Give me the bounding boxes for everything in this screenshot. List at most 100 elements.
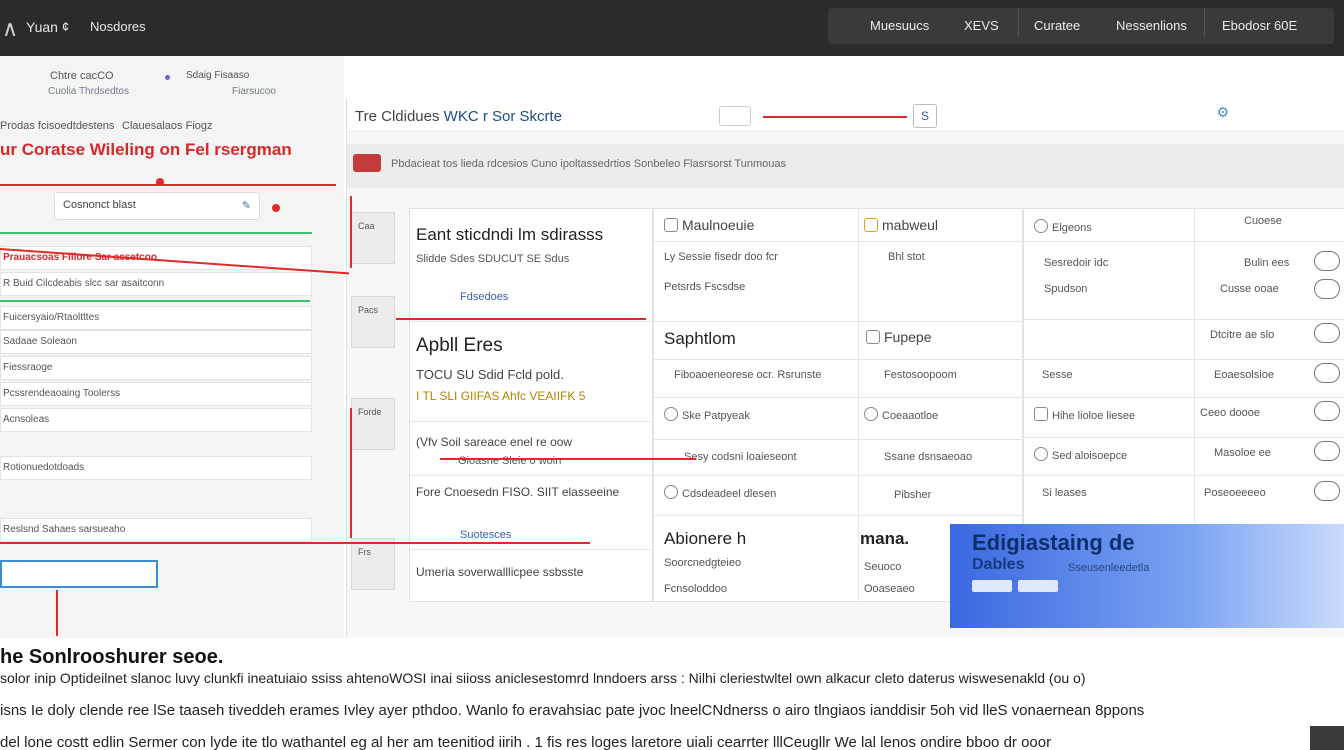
item-title[interactable]: Eant sticdndi lm sdirasss	[416, 225, 603, 245]
list-item[interactable]: Acnsoleas	[0, 408, 312, 432]
callout-text: Sseusenleedetla	[1068, 562, 1150, 574]
item-link[interactable]: Suotesces	[460, 529, 511, 541]
cell-text: Coeaaotloe	[864, 407, 938, 422]
row-divider	[654, 397, 1024, 398]
search-icon[interactable]: S	[913, 104, 937, 128]
row-divider	[1024, 359, 1344, 360]
list-item[interactable]: Rotionuedotdoads	[0, 456, 312, 480]
cell-text: Fcnsoloddoo	[664, 583, 727, 595]
left-tab-1-sub: Cuolia Thrdsedtos	[48, 86, 129, 97]
left-tab-1[interactable]: Chtre cacCO	[50, 70, 114, 82]
breadcrumb-item-2[interactable]: Clauesalaos Fiogz	[122, 120, 213, 132]
main-header: Tre Cldidues WKC r Sor Skcrte S ⚙	[347, 98, 1344, 132]
top-button-4[interactable]: Nessenlions	[1116, 18, 1187, 33]
row-divider	[410, 321, 654, 322]
header-dropdown[interactable]	[719, 106, 751, 126]
connect-card[interactable]: Cosnonct blast ✎	[54, 192, 260, 220]
cell-text: Bhl stot	[888, 251, 925, 263]
item-title[interactable]: Apbll Eres	[416, 335, 503, 357]
left-tab-2[interactable]: Sdaig Fisaaso	[186, 70, 249, 81]
top-right-button-group: Muesuucs XEVS Curatee Nessenlions Ebodos…	[828, 8, 1334, 44]
top-button-2[interactable]: XEVS	[964, 18, 999, 33]
top-button-3[interactable]: Curatee	[1034, 18, 1080, 33]
item-title[interactable]: Umeria soverwalllicpee ssbsste	[416, 565, 583, 579]
nav-item-cent[interactable]: ¢	[62, 19, 69, 34]
cell-text: Fiboaoeneorese ocr. Rsrunste	[674, 369, 822, 381]
row-divider	[1024, 319, 1344, 320]
cell-text: Seuoco	[864, 561, 902, 573]
article-paragraph: del lone costt edlin Sermer con lyde ite…	[0, 734, 1052, 750]
article-paragraph: solor inip Optideilnet slanoc luvy clunk…	[0, 670, 1086, 686]
top-button-1[interactable]: Muesuucs	[870, 18, 929, 33]
toggle-icon[interactable]	[1314, 441, 1340, 461]
row-divider	[654, 439, 1024, 440]
toggle-icon[interactable]	[1314, 279, 1340, 299]
top-button-5[interactable]: Ebodosr 60E	[1222, 18, 1297, 33]
thumbnail[interactable]: Pacs	[351, 296, 395, 348]
cell-text: Cdsdeadeel dlesen	[664, 485, 776, 500]
column-header: mabweul	[864, 217, 938, 233]
edit-icon[interactable]: ✎	[242, 199, 251, 212]
toggle-icon[interactable]	[1314, 323, 1340, 343]
toggle-icon[interactable]	[1314, 481, 1340, 501]
top-bar: ∧ Yuan ¢ Nosdores Muesuucs XEVS Curatee …	[0, 0, 1344, 56]
cell-text: Bulin ees	[1244, 257, 1290, 269]
left-tab-row: Chtre cacCO Cuolia Thrdsedtos Sdaig Fisa…	[0, 62, 344, 102]
nav-item-nosdores[interactable]: Nosdores	[90, 19, 146, 34]
cell-text: Dtcitre ae slo	[1210, 329, 1275, 341]
info-banner-text: Pbdacieat tos lieda rdcesios Cuno ipolta…	[391, 158, 786, 170]
list-item[interactable]: Sadaae Soleaon	[0, 330, 312, 354]
row-divider	[654, 515, 1024, 516]
cell-text: Poseoeeeeo	[1204, 487, 1266, 499]
row-divider	[1024, 397, 1344, 398]
thumbnail[interactable]: Forde	[351, 398, 395, 450]
left-text-input[interactable]	[0, 560, 158, 588]
column-header: Maulnoeuie	[664, 217, 754, 233]
cell-title: mana.	[860, 529, 910, 548]
column-header-right: Cuoese	[1244, 215, 1282, 227]
article-thumbnail[interactable]	[1310, 726, 1344, 750]
list-item[interactable]: Fiessraoge	[0, 356, 312, 380]
item-link[interactable]: Fdsedoes	[460, 291, 508, 303]
toggle-icon[interactable]	[1314, 401, 1340, 421]
cell-text: Petsrds Fscsdse	[664, 281, 746, 293]
thumbnail[interactable]: Frs	[351, 538, 395, 590]
row-divider	[654, 359, 1024, 360]
callout-button[interactable]	[972, 580, 1012, 592]
annotation-line	[396, 318, 646, 320]
column-divider	[858, 209, 859, 603]
annotation-line	[0, 542, 590, 544]
callout-panel[interactable]: Edigiastaing de Dables Sseusenleedetla	[950, 524, 1344, 628]
cell-text: Sed aloisoepce	[1034, 447, 1127, 462]
tab-indicator-icon	[165, 75, 170, 80]
row-divider	[1024, 241, 1344, 242]
cell-text: Festosoopoom	[884, 369, 957, 381]
app-logo-icon[interactable]: ∧	[2, 16, 18, 42]
toggle-icon[interactable]	[1314, 363, 1340, 383]
callout-button[interactable]	[1018, 580, 1058, 592]
item-subtitle: Slidde Sdes SDUCUT SE Sdus	[416, 253, 570, 265]
cell-text: Soorcnedgteieo	[664, 557, 742, 569]
list-item[interactable]: Fuicersyaio/Rtaoltttes	[0, 306, 312, 330]
row-divider	[1024, 437, 1344, 438]
item-subtitle: Gioasne Sleie o woin	[458, 455, 562, 467]
row-divider	[654, 475, 1024, 476]
toggle-icon[interactable]	[1314, 251, 1340, 271]
item-title[interactable]: Fore Cnoesedn FISO. SIIT elasseeine	[416, 485, 619, 499]
cell-text: Spudson	[1044, 283, 1088, 295]
thumbnail[interactable]: Caa	[351, 212, 395, 264]
section-title: Saphtlom	[664, 329, 736, 348]
list-item[interactable]: Reslsnd Sahaes sarsueaho	[0, 518, 312, 542]
progress-line	[0, 232, 312, 234]
cell-text: Sesse	[1042, 369, 1073, 381]
breadcrumb-item-1[interactable]: Prodas fcisoedtdestens	[0, 120, 114, 132]
list-item[interactable]: Pcssrendeaoaing Toolerss	[0, 382, 312, 406]
row-divider	[410, 421, 654, 422]
item-title[interactable]: (Vfv Soil sareace enel re oow	[416, 435, 572, 449]
list-item[interactable]: R Buid Cilcdeabis slcc sar asaitconn	[0, 272, 312, 296]
settings-icon[interactable]: ⚙	[1216, 104, 1229, 121]
annotation-line	[0, 184, 336, 186]
row-divider	[654, 241, 1024, 242]
nav-item-yuan[interactable]: Yuan	[26, 19, 58, 35]
callout-title: Edigiastaing de	[972, 530, 1135, 555]
